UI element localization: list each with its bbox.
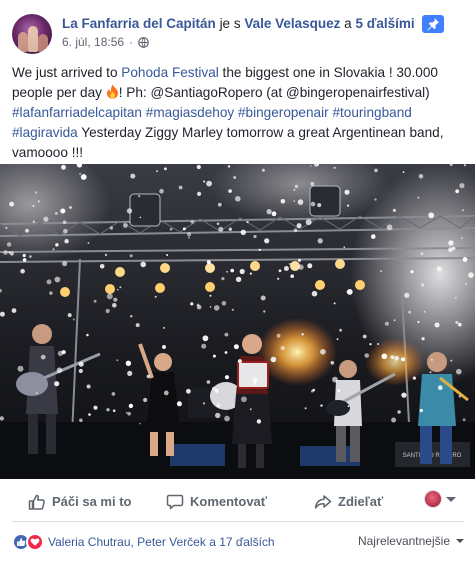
tagged-person-link[interactable]: Vale Velasquez [244, 16, 340, 31]
post-date-link[interactable]: 6. júl, 18:56 [62, 35, 124, 49]
chevron-down-icon [456, 539, 464, 543]
reactions-summary: Valeria Chutrau, Peter Verček a 17 ďalší… [12, 530, 464, 554]
share-button[interactable]: Zdieľať [314, 486, 383, 518]
hashtag-link[interactable]: #magiasdehoy [146, 105, 234, 120]
like-button-label: Páči sa mi to [52, 494, 132, 509]
comment-sort-dropdown[interactable]: Najrelevantnejšie [358, 534, 464, 548]
chevron-down-icon [446, 496, 456, 502]
place-link[interactable]: Pohoda Festival [121, 65, 218, 80]
love-reaction-icon [26, 533, 44, 551]
post-text: We just arrived to Pohoda Festival the b… [12, 63, 464, 163]
hashtag-link[interactable]: #lagiravida [12, 125, 78, 140]
post-header-line: La Fanfarria del Capitán je s Vale Velas… [62, 15, 445, 33]
stage-sign-text: SANTIAGO ROPERO [403, 453, 462, 459]
hashtag-link[interactable]: #lafanfarriadelcapitan [12, 105, 142, 120]
fire-icon [106, 84, 119, 99]
hashtag-link[interactable]: #bingeropenair [238, 105, 329, 120]
pin-icon[interactable] [422, 15, 445, 33]
post-text-part: We just arrived to [12, 65, 122, 80]
post-action-bar: Páči sa mi to Komentovať Zdieľať [12, 482, 464, 522]
page-identity-selector[interactable] [424, 490, 456, 508]
comment-button[interactable]: Komentovať [166, 486, 267, 518]
author-avatar[interactable] [12, 14, 52, 54]
with-conjunction: a [344, 16, 352, 31]
post-photo[interactable]: SANTIAGO ROPERO [0, 164, 475, 479]
author-name-link[interactable]: La Fanfarria del Capitán [62, 16, 216, 31]
reaction-names-link[interactable]: Valeria Chutrau, Peter Verček a 17 ďalší… [48, 535, 275, 549]
post-text-part: ! Ph: @SantiagoRopero (at @bingeropenair… [118, 85, 430, 100]
comment-icon [166, 493, 184, 511]
share-button-label: Zdieľať [338, 494, 384, 509]
facebook-post: La Fanfarria del Capitán je s Vale Velas… [0, 0, 475, 565]
post-header: La Fanfarria del Capitán je s Vale Velas… [12, 10, 464, 54]
hashtag-link[interactable]: #touringband [332, 105, 411, 120]
page-avatar [424, 490, 442, 508]
share-icon [314, 493, 332, 511]
post-meta: 6. júl, 18:56 · [62, 35, 149, 49]
concert-photo: SANTIAGO ROPERO [0, 164, 475, 479]
tagged-others-link[interactable]: 5 ďalšími [355, 16, 414, 31]
like-button[interactable]: Páči sa mi to [28, 486, 131, 518]
reaction-icons[interactable] [12, 533, 44, 551]
globe-icon[interactable] [138, 36, 149, 48]
comment-sort-label: Najrelevantnejšie [357, 534, 450, 548]
meta-separator: · [129, 35, 134, 49]
thumbs-up-icon [28, 493, 46, 511]
with-prefix: je s [219, 16, 241, 31]
comment-button-label: Komentovať [190, 494, 268, 509]
